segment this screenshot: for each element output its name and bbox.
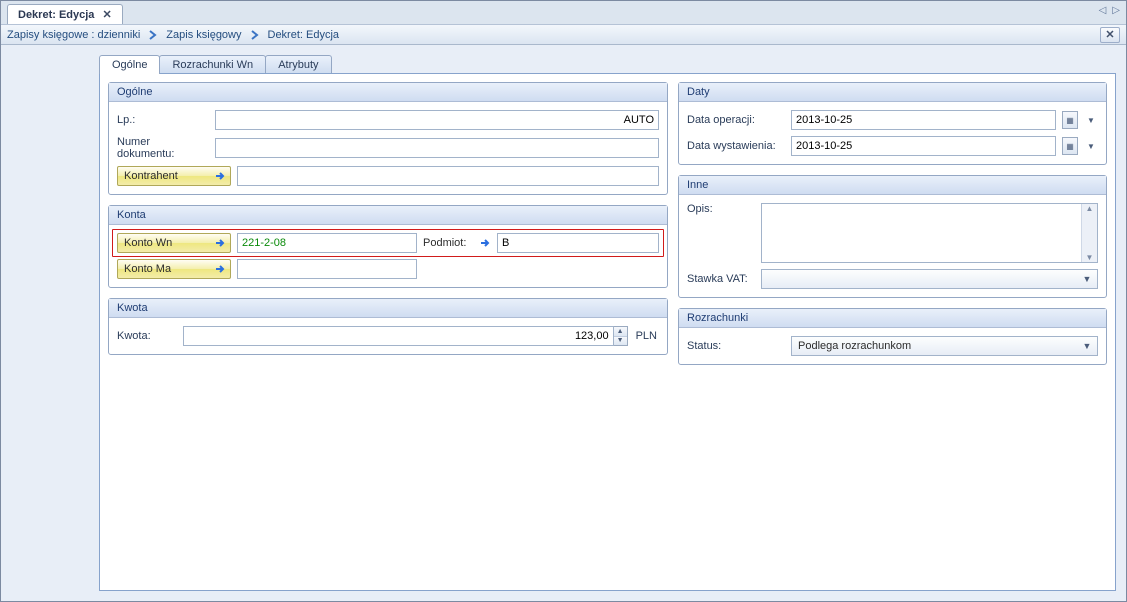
konto-wn-button[interactable]: Konto Wn [117,233,231,253]
kwota-input-wrap: ▲ ▼ [183,326,628,346]
kontrahent-label: Kontrahent [124,170,178,182]
numer-dokumentu-field[interactable] [215,138,659,158]
konto-wn-highlight: Konto Wn Podmiot: [112,229,664,257]
groupbox-rozrachunki-title: Rozrachunki [679,309,1106,328]
chevron-right-icon [148,30,158,40]
breadcrumb: Zapisy księgowe : dzienniki Zapis księgo… [1,25,1126,45]
arrow-right-icon [214,170,226,182]
chevron-down-icon: ▼ [1079,341,1095,351]
konto-wn-label: Konto Wn [124,237,172,249]
arrow-right-icon [214,237,226,249]
spinner-down-icon[interactable]: ▼ [614,336,627,346]
form-tabs: Ogólne Rozrachunki Wn Atrybuty [99,51,1126,73]
chevron-right-icon [250,30,260,40]
konto-ma-label: Konto Ma [124,263,171,275]
scroll-down-icon[interactable]: ▼ [1082,253,1097,262]
data-operacji-label: Data operacji: [687,114,785,126]
stawka-vat-label: Stawka VAT: [687,273,755,285]
data-wystawienia-label: Data wystawienia: [687,140,785,152]
groupbox-ogolne-title: Ogólne [109,83,667,102]
form-panel: Ogólne Lp.: Numer dokumentu: Kontra [99,73,1116,591]
kwota-field[interactable] [183,326,614,346]
next-tab-icon[interactable]: ▷ [1112,5,1120,16]
app-window: Dekret: Edycja ✕ ◁ ▷ Zapisy księgowe : d… [0,0,1127,602]
document-tab-title: Dekret: Edycja [18,9,94,21]
podmiot-label: Podmiot: [423,237,473,249]
prev-tab-icon[interactable]: ◁ [1099,5,1107,16]
document-tabstrip: Dekret: Edycja ✕ ◁ ▷ [1,1,1126,25]
calendar-icon[interactable]: ▦ [1062,111,1078,129]
data-wystawienia-field[interactable] [791,136,1056,156]
groupbox-konta: Konta Konto Wn Podmiot: [108,205,668,288]
groupbox-inne-title: Inne [679,176,1106,195]
close-icon[interactable]: ✕ [100,8,113,21]
opis-field-wrap: ▲ ▼ [761,203,1098,263]
document-tab[interactable]: Dekret: Edycja ✕ [7,4,123,24]
close-page-button[interactable]: ✕ [1100,27,1120,43]
groupbox-daty: Daty Data operacji: ▦ ▼ Data wystawienia… [678,82,1107,165]
kwota-label: Kwota: [117,330,177,342]
tab-ogolne[interactable]: Ogólne [99,55,160,74]
konto-wn-field[interactable] [237,233,417,253]
scroll-up-icon[interactable]: ▲ [1082,204,1097,213]
opis-label: Opis: [687,203,755,215]
kontrahent-button[interactable]: Kontrahent [117,166,231,186]
chevron-down-icon: ▼ [1079,274,1095,284]
breadcrumb-2[interactable]: Zapis księgowy [166,29,241,41]
groupbox-daty-title: Daty [679,83,1106,102]
lp-field[interactable] [215,110,659,130]
groupbox-rozrachunki: Rozrachunki Status: Podlega rozrachunkom… [678,308,1107,365]
tab-rozrachunki-wn[interactable]: Rozrachunki Wn [159,55,266,74]
scrollbar[interactable]: ▲ ▼ [1081,204,1097,262]
opis-field[interactable] [762,204,1081,262]
tab-ogolne-label: Ogólne [112,59,147,71]
status-label: Status: [687,340,785,352]
groupbox-konta-title: Konta [109,206,667,225]
scroll-track[interactable] [1082,213,1097,253]
groupbox-inne: Inne Opis: ▲ ▼ [678,175,1107,298]
spinner-up-icon[interactable]: ▲ [614,327,627,336]
left-column: Ogólne Lp.: Numer dokumentu: Kontra [108,82,668,582]
podmiot-field[interactable] [497,233,659,253]
currency-label: PLN [634,330,659,342]
kontrahent-field[interactable] [237,166,659,186]
data-operacji-field[interactable] [791,110,1056,130]
chevron-down-icon[interactable]: ▼ [1084,111,1098,129]
arrow-right-icon [214,263,226,275]
breadcrumb-3[interactable]: Dekret: Edycja [268,29,340,41]
status-value: Podlega rozrachunkom [798,340,911,352]
numer-dokumentu-label: Numer dokumentu: [117,136,209,160]
groupbox-kwota-title: Kwota [109,299,667,318]
tab-atrybuty[interactable]: Atrybuty [265,55,331,74]
konto-ma-field[interactable] [237,259,417,279]
stawka-vat-select[interactable]: ▼ [761,269,1098,289]
right-column: Daty Data operacji: ▦ ▼ Data wystawienia… [678,82,1107,582]
kwota-spinner: ▲ ▼ [614,326,628,346]
lp-label: Lp.: [117,114,209,126]
calendar-icon[interactable]: ▦ [1062,137,1078,155]
tab-nav-arrows: ◁ ▷ [1099,5,1120,16]
chevron-down-icon[interactable]: ▼ [1084,137,1098,155]
breadcrumb-1[interactable]: Zapisy księgowe : dzienniki [7,29,140,41]
arrow-right-icon[interactable] [479,237,491,249]
status-select[interactable]: Podlega rozrachunkom ▼ [791,336,1098,356]
groupbox-kwota: Kwota Kwota: ▲ ▼ PLN [108,298,668,355]
groupbox-ogolne: Ogólne Lp.: Numer dokumentu: Kontra [108,82,668,195]
tab-rozrachunki-wn-label: Rozrachunki Wn [172,59,253,71]
tab-atrybuty-label: Atrybuty [278,59,318,71]
konto-ma-button[interactable]: Konto Ma [117,259,231,279]
